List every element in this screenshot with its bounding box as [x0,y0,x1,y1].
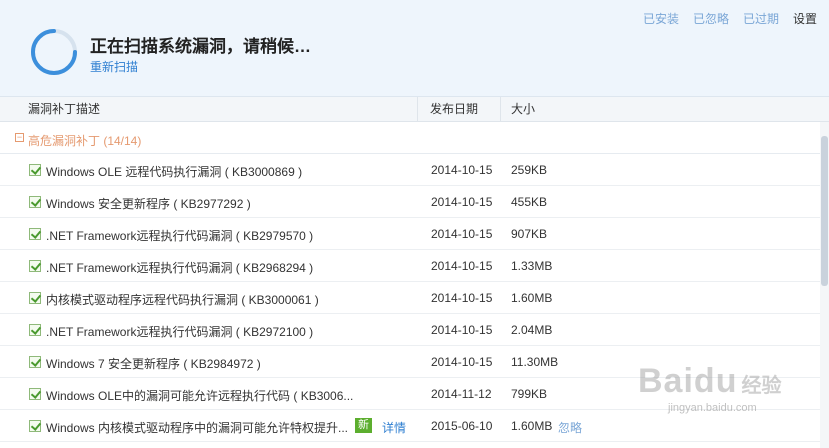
collapse-icon[interactable]: − [15,133,24,142]
table-header: 漏洞补丁描述 发布日期 大小 [0,97,829,122]
checkbox-checked-icon[interactable] [29,292,41,304]
patch-size: 799KB [511,387,548,401]
checkbox-checked-icon[interactable] [29,260,41,272]
checkbox-checked-icon[interactable] [29,164,41,176]
patch-date: 2014-10-15 [431,163,493,177]
patch-name: Windows 7 安全更新程序 ( KB2984972 ) [46,357,261,371]
patch-size: 1.33MB [511,259,553,273]
checkbox-checked-icon[interactable] [29,196,41,208]
new-badge: 新 [355,418,372,433]
table-row[interactable]: .NET Framework远程执行代码漏洞 ( KB2979570 ) 2014… [0,218,820,250]
patch-name: Windows 内核模式驱动程序中的漏洞可能允许特权提升... [46,421,349,435]
patch-date: 2014-10-15 [431,355,493,369]
patch-size: 455KB [511,195,548,209]
checkbox-checked-icon[interactable] [29,420,41,432]
table-row[interactable]: Windows OLE 远程代码执行漏洞 ( KB3000869 ) 2014-1… [0,154,820,186]
top-links: 已安装 已忽略 已过期 设置 [643,10,817,27]
patch-date: 2014-10-15 [431,227,493,241]
patch-date: 2014-11-12 [431,387,492,401]
group-label: 高危漏洞补丁 (14/14) [28,134,142,148]
patch-name: .NET Framework远程执行代码漏洞 ( KB2968294 ) [46,261,314,275]
rescan-link[interactable]: 重新扫描 [90,58,138,75]
scan-header: 正在扫描系统漏洞，请稍候… 重新扫描 已安装 已忽略 已过期 设置 [0,0,829,97]
patch-size: 1.60MB [511,419,553,433]
patch-size: 259KB [511,163,548,177]
checkbox-checked-icon[interactable] [29,388,41,400]
column-header-size[interactable]: 大小 [500,97,600,122]
patch-name: Windows OLE中的漏洞可能允许远程执行代码 ( KB3006... [46,389,354,403]
column-header-date[interactable]: 发布日期 [417,97,500,122]
patch-name: .NET Framework远程执行代码漏洞 ( KB2979570 ) [46,229,314,243]
patch-size: 907KB [511,227,548,241]
patch-date: 2014-10-15 [431,291,493,305]
patch-size: 1.60MB [511,291,553,305]
scrollbar[interactable] [820,122,829,448]
watermark-logo: Baidu 经验 jingyan.baidu.com [638,362,782,414]
patch-date: 2014-10-15 [431,195,493,209]
checkbox-checked-icon[interactable] [29,356,41,368]
table-row[interactable]: 内核模式驱动程序远程代码执行漏洞 ( KB3000061 ) 2014-10-15… [0,282,820,314]
checkbox-checked-icon[interactable] [29,324,41,336]
patch-date: 2014-10-15 [431,323,493,337]
patch-size: 2.04MB [511,323,553,337]
patch-name: .NET Framework远程执行代码漏洞 ( KB2972100 ) [46,325,314,339]
ignore-link[interactable]: 忽略 [558,419,582,436]
loading-spinner-icon [31,29,77,75]
settings-link[interactable]: 设置 [793,10,817,27]
checkbox-checked-icon[interactable] [29,228,41,240]
patch-name: Windows OLE 远程代码执行漏洞 ( KB3000869 ) [46,165,303,179]
patch-name: Windows 安全更新程序 ( KB2977292 ) [46,197,251,211]
installed-link[interactable]: 已安装 [643,10,679,27]
table-row[interactable]: .NET Framework远程执行代码漏洞 ( KB2968294 ) 2014… [0,250,820,282]
ignored-link[interactable]: 已忽略 [693,10,729,27]
table-row[interactable]: Windows 安全更新程序 ( KB2977292 ) 2014-10-15 45… [0,186,820,218]
patch-size: 11.30MB [511,355,559,369]
scrollbar-thumb[interactable] [821,136,828,286]
patch-date: 2015-06-10 [431,419,493,433]
column-header-description[interactable]: 漏洞补丁描述 [28,97,417,122]
page-title: 正在扫描系统漏洞，请稍候… [90,37,311,56]
watermark-url: jingyan.baidu.com [668,402,757,414]
table-row[interactable]: Windows 内核模式驱动程序中的漏洞可能允许特权提升... 2015-06-1… [0,410,820,442]
patch-name: 内核模式驱动程序远程代码执行漏洞 ( KB3000061 ) [46,293,319,307]
group-header-high-risk[interactable]: − 高危漏洞补丁 (14/14) [0,124,820,154]
expired-link[interactable]: 已过期 [743,10,779,27]
table-row[interactable]: .NET Framework远程执行代码漏洞 ( KB2972100 ) 2014… [0,314,820,346]
detail-link[interactable]: 详情 [382,419,406,436]
patch-date: 2014-10-15 [431,259,493,273]
